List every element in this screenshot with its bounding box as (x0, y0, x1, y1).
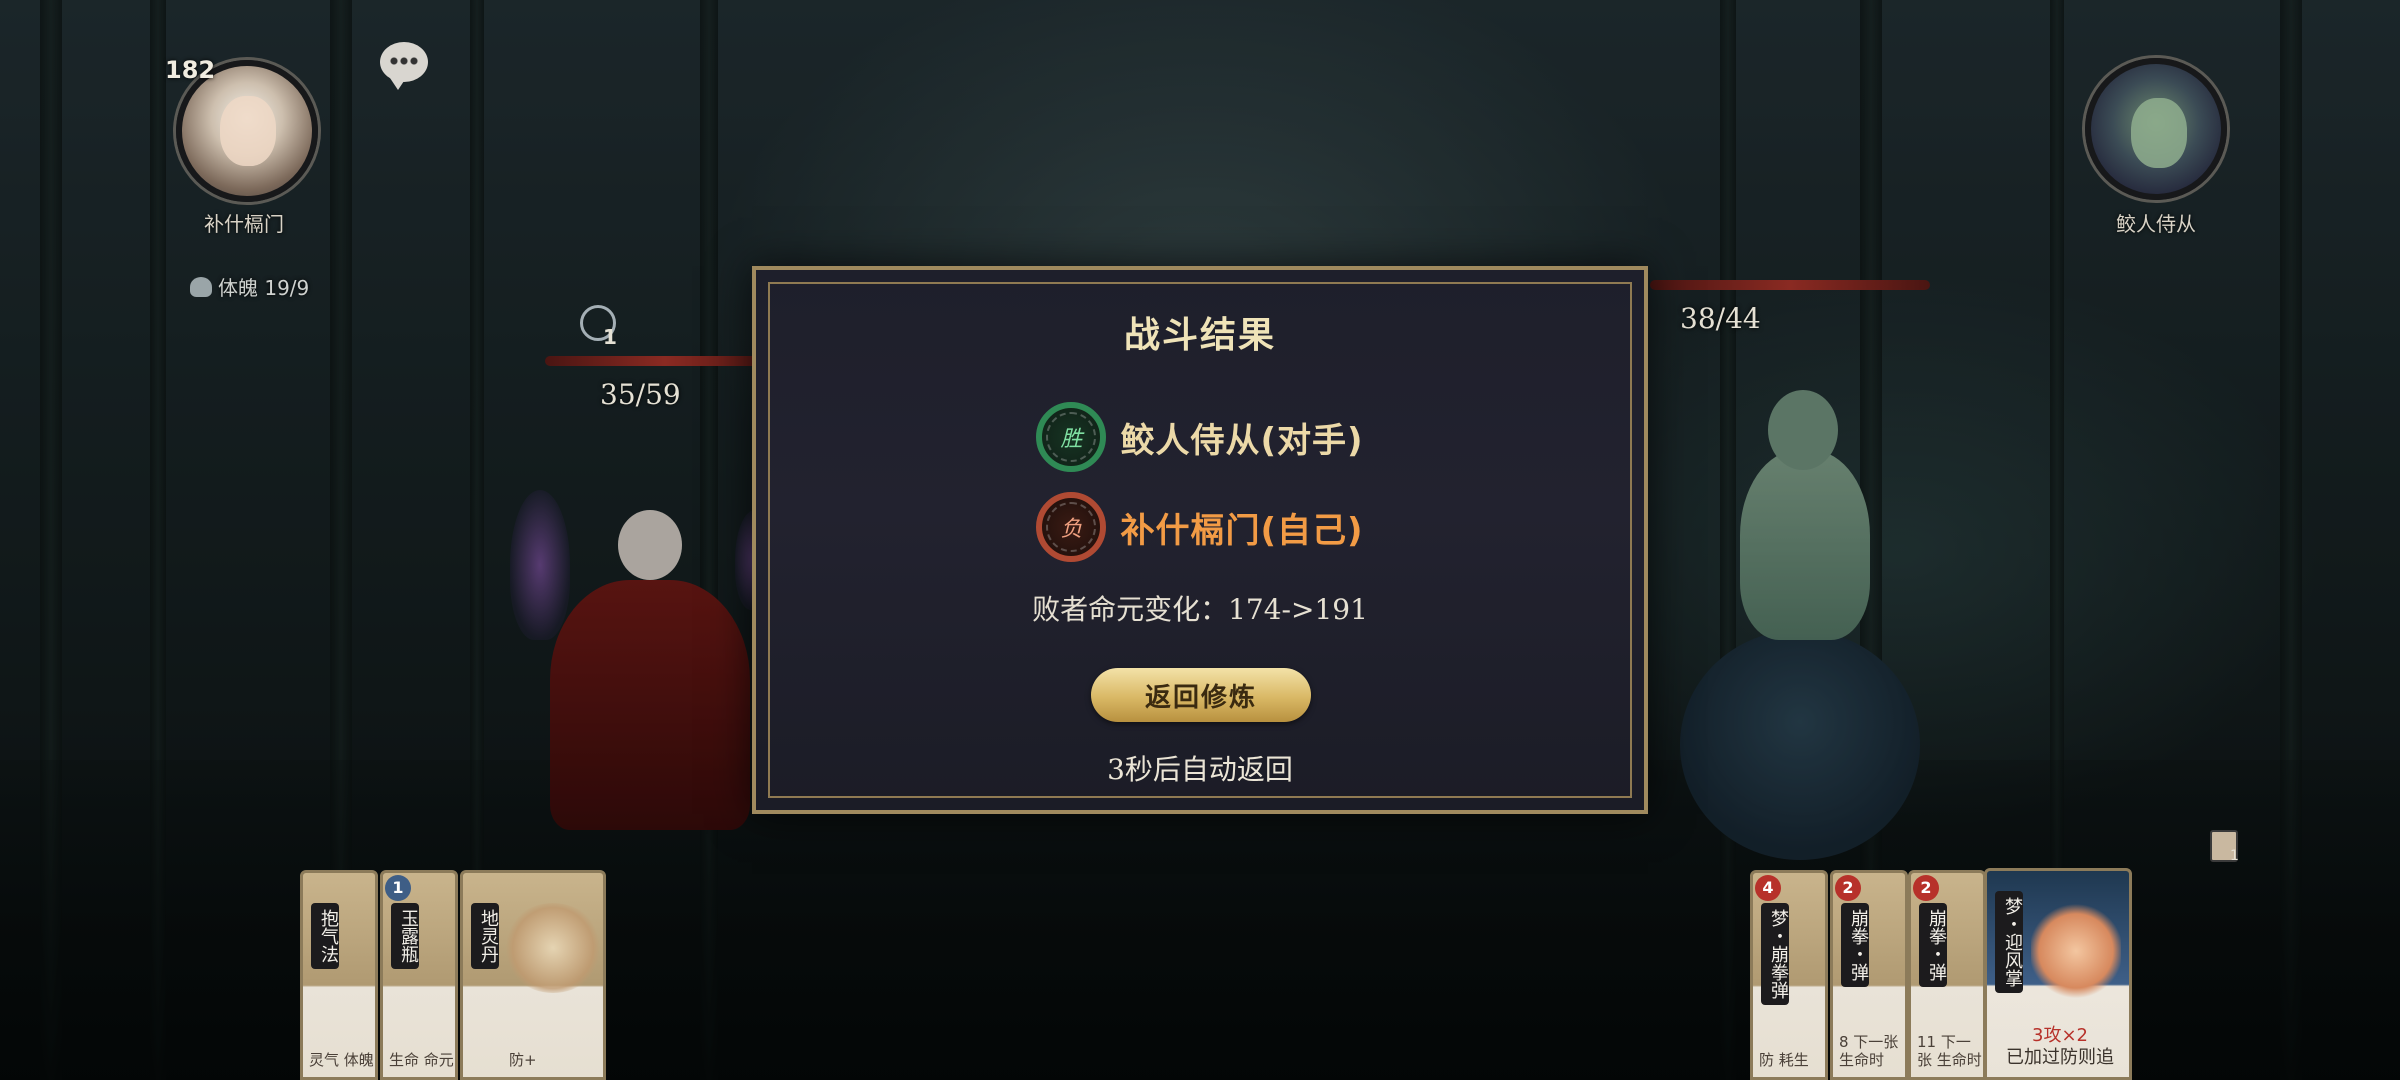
loser-name: 补什槅门(自己) (1120, 510, 1364, 551)
player-hp-text: 35/59 (600, 378, 681, 411)
card-cost: 2 (1913, 875, 1939, 901)
card-title: 抱气法 (311, 903, 339, 969)
player-hp-bar (545, 356, 785, 366)
card-title: 梦・迎风掌 (1995, 891, 2023, 993)
card-effect-text: 已加过防则追 (2006, 1047, 2114, 1068)
opponent-main-card[interactable]: 梦・迎风掌 3攻×2 已加过防则追 (1984, 868, 2132, 1080)
dialog-title: 战斗结果 (1123, 314, 1276, 356)
card-attack-text: 3攻×2 (2032, 1025, 2088, 1046)
card-text: 生命 命元 (389, 1051, 454, 1069)
card-text: 灵气 体魄 (309, 1051, 374, 1069)
opponent-hp-text: 38/44 (1680, 302, 1761, 335)
opponent-card-2[interactable]: 2 崩拳・弹 8 下一张 生命时 (1830, 870, 1908, 1080)
life-change-text: 败者命元变化：174->191 (1032, 593, 1368, 626)
card-title: 崩拳・弹 (1919, 903, 1947, 987)
auto-return-text: 3秒后自动返回 (1107, 753, 1293, 786)
card-text: 3攻×2 已加过防则追 (1995, 1025, 2125, 1069)
opponent-name: 鲛人侍从 (2116, 212, 2196, 236)
win-badge-text: 胜 (1060, 427, 1083, 452)
card-text: 防+ (509, 1051, 537, 1069)
battle-result-dialog: 战斗结果 胜 鲛人侍从(对手) 负 补什槅门(自己) 败者命元变化：174->1… (752, 266, 1648, 814)
card-cost: 1 (385, 875, 411, 901)
opponent-card-3[interactable]: 2 崩拳・弹 11 下一张 生命时 (1908, 870, 1986, 1080)
card-cost: 4 (1755, 875, 1781, 901)
player-card-1[interactable]: 抱气法 灵气 体魄 (300, 870, 378, 1080)
player-name: 补什槅门 (204, 212, 284, 236)
card-title: 梦・崩拳弹 (1761, 903, 1789, 1005)
card-text: 8 下一张 生命时 (1839, 1033, 1899, 1069)
player-level: 182 (165, 56, 216, 84)
winner-name: 鲛人侍从(对手) (1120, 420, 1364, 461)
lose-badge-text: 负 (1060, 517, 1083, 542)
card-title: 地灵丹 (471, 903, 499, 969)
player-shield-value: 1 (603, 325, 617, 349)
player-card-3[interactable]: 地灵丹 防+ (460, 870, 606, 1080)
loser-row: 负 补什槅门(自己) (756, 492, 1644, 562)
body-stat-icon (190, 276, 212, 297)
winner-row: 胜 鲛人侍从(对手) (756, 402, 1644, 472)
card-title: 崩拳・弹 (1841, 903, 1869, 987)
card-title: 玉露瓶 (391, 903, 419, 969)
chat-icon[interactable] (380, 42, 428, 90)
lose-badge-icon: 负 (1036, 492, 1107, 562)
card-text: 11 下一张 生命时 (1917, 1033, 1982, 1069)
player-stat-text: 体魄 19/9 (218, 276, 310, 300)
player-stat: 体魄 19/9 (190, 272, 309, 301)
deck-count: 1 (2230, 848, 2239, 864)
palm-art (2031, 901, 2121, 1001)
return-training-button[interactable]: 返回修炼 (1091, 668, 1311, 722)
player-card-2[interactable]: 1 玉露瓶 生命 命元 (380, 870, 458, 1080)
card-cost: 2 (1835, 875, 1861, 901)
opponent-hp-bar (1650, 280, 1930, 290)
win-badge-icon: 胜 (1036, 402, 1107, 472)
opponent-avatar[interactable] (2085, 58, 2227, 200)
opponent-card-1[interactable]: 4 梦・崩拳弹 防 耗生 (1750, 870, 1828, 1080)
card-text: 防 耗生 (1759, 1051, 1809, 1069)
